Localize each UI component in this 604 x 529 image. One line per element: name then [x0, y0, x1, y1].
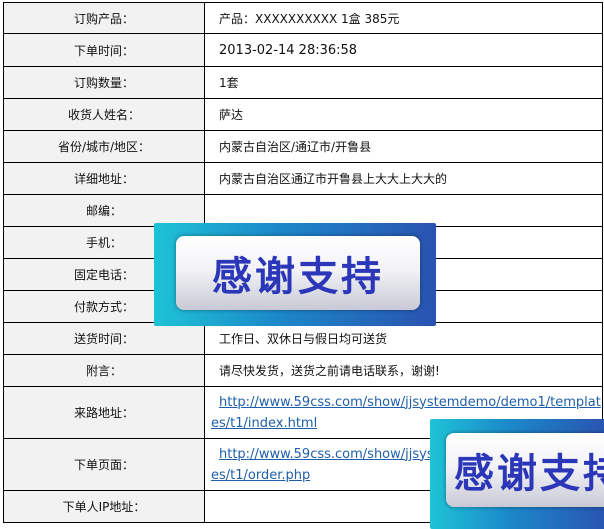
label-order-time: 下单时间：	[3, 33, 205, 67]
label-address: 详细地址：	[3, 162, 205, 195]
label-message: 附言：	[3, 354, 205, 387]
label-product: 订购产品：	[3, 2, 205, 34]
value-quantity: 1套	[204, 66, 603, 99]
value-recipient: 萨达	[204, 98, 603, 131]
label-quantity: 订购数量：	[3, 66, 205, 99]
row-message: 附言： 请尽快发货，送货之前请电话联系，谢谢!	[3, 354, 603, 387]
label-order-page: 下单页面：	[3, 438, 205, 491]
row-region: 省份/城市/地区： 内蒙古自治区/通辽市/开鲁县	[3, 130, 603, 163]
value-region: 内蒙古自治区/通辽市/开鲁县	[204, 130, 603, 163]
thanks-banner-corner: 感谢支持	[430, 419, 604, 529]
label-recipient: 收货人姓名：	[3, 98, 205, 131]
label-ip-address: 下单人IP地址：	[3, 490, 205, 523]
row-recipient: 收货人姓名： 萨达	[3, 98, 603, 131]
row-order-time: 下单时间： 2013-02-14 28:36:58	[3, 33, 603, 67]
thanks-banner: 感谢支持	[154, 223, 436, 326]
value-address: 内蒙古自治区通辽市开鲁县上大大上大大的	[204, 162, 603, 195]
row-address: 详细地址： 内蒙古自治区通辽市开鲁县上大大上大大的	[3, 162, 603, 195]
thanks-banner-text: 感谢支持	[176, 236, 420, 310]
value-delivery-time: 工作日、双休日与假日均可送货	[204, 322, 603, 355]
label-referrer: 来路地址：	[3, 386, 205, 439]
row-product: 订购产品： 产品：XXXXXXXXXX 1盒 385元	[3, 2, 603, 34]
value-order-time: 2013-02-14 28:36:58	[204, 33, 603, 67]
row-delivery-time: 送货时间： 工作日、双休日与假日均可送货	[3, 322, 603, 355]
label-delivery-time: 送货时间：	[3, 322, 205, 355]
row-quantity: 订购数量： 1套	[3, 66, 603, 99]
label-region: 省份/城市/地区：	[3, 130, 205, 163]
thanks-banner-corner-text: 感谢支持	[446, 433, 604, 507]
value-zipcode	[204, 194, 603, 227]
label-zipcode: 邮编：	[3, 194, 205, 227]
value-message: 请尽快发货，送货之前请电话联系，谢谢!	[204, 354, 603, 387]
value-product: 产品：XXXXXXXXXX 1盒 385元	[204, 2, 603, 34]
row-zipcode: 邮编：	[3, 194, 603, 227]
